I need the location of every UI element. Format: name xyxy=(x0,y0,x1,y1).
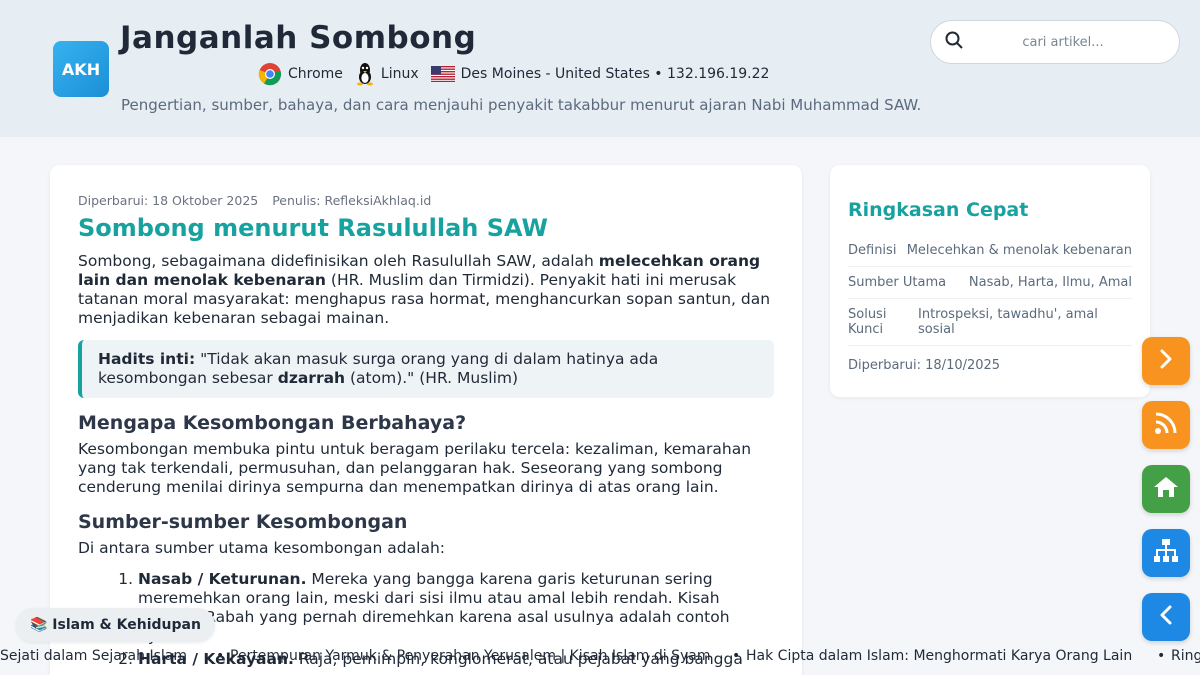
site-header: AKH Janganlah Sombong Chrome Linux Des M… xyxy=(0,0,1200,137)
quote-label: Hadits inti: xyxy=(98,350,196,368)
home-button[interactable] xyxy=(1142,465,1190,513)
ticker-bullet: • xyxy=(1157,648,1166,664)
chrome-icon xyxy=(258,62,282,86)
browser-label: Chrome xyxy=(288,66,343,82)
ticker-bullet: • xyxy=(732,648,741,664)
summary-card: Ringkasan Cepat Definisi Melecehkan & men… xyxy=(830,165,1150,397)
quote-emphasis: dzarrah xyxy=(277,369,346,387)
ticker-item[interactable]: Sejati dalam Sejarah Islam xyxy=(0,648,187,664)
ticker-item[interactable]: Ring xyxy=(1171,648,1200,664)
back-arrow-icon xyxy=(1155,604,1177,630)
next-button[interactable] xyxy=(1142,337,1190,385)
ticker-item[interactable]: Hak Cipta dalam Islam: Menghormati Karya… xyxy=(746,648,1132,664)
search-box[interactable] xyxy=(930,20,1180,64)
news-ticker: Sejati dalam Sejarah Islam • Pertempuran… xyxy=(0,648,1200,668)
summary-title: Ringkasan Cepat xyxy=(848,199,1029,221)
os-label: Linux xyxy=(380,66,419,82)
summary-value: Introspeksi, tawadhu', amal sosial xyxy=(918,307,1098,337)
browser-info: Chrome xyxy=(258,62,343,86)
linux-icon xyxy=(355,62,375,86)
summary-row: Solusi Kunci Introspeksi, tawadhu', amal … xyxy=(848,299,1132,346)
rss-button[interactable] xyxy=(1142,401,1190,449)
article-author: Penulis: RefleksiAkhlaq.id xyxy=(272,193,432,208)
next-arrow-icon xyxy=(1155,348,1177,374)
summary-key: Solusi Kunci xyxy=(848,307,887,337)
home-icon xyxy=(1153,475,1179,503)
danger-paragraph: Kesombongan membuka pintu untuk beragam … xyxy=(78,440,752,496)
location-label: Des Moines - United States • 132.196.19.… xyxy=(460,66,770,82)
summary-value: Nasab, Harta, Ilmu, Amal xyxy=(968,275,1132,290)
summary-row: Definisi Melecehkan & menolak kebenaran xyxy=(848,235,1132,267)
search-icon[interactable] xyxy=(945,31,963,53)
article-card: Diperbarui: 18 Oktober 2025 Penulis: Ref… xyxy=(50,165,802,675)
search-input[interactable] xyxy=(963,34,1163,50)
list-item-title: Nasab / Keturunan. xyxy=(138,570,307,588)
hadith-quote: Hadits inti: "Tidak akan masuk surga ora… xyxy=(78,340,774,398)
visitor-info: Chrome Linux Des Moines - United States … xyxy=(258,62,781,86)
list-item: Nasab / Keturunan. Mereka yang bangga ka… xyxy=(138,570,774,646)
site-logo[interactable]: AKH xyxy=(53,41,109,97)
article-heading: Sombong menurut Rasulullah SAW xyxy=(78,214,548,242)
summary-key: Sumber Utama xyxy=(848,275,947,290)
site-title[interactable]: Janganlah Sombong xyxy=(120,20,476,56)
ticker-bullet: • xyxy=(216,648,225,664)
article-updated: Diperbarui: 18 Oktober 2025 xyxy=(78,193,259,208)
location-info: Des Moines - United States • 132.196.19.… xyxy=(430,66,770,82)
site-subtitle: Pengertian, sumber, bahaya, dan cara men… xyxy=(121,96,922,114)
sitemap-icon xyxy=(1153,538,1179,568)
back-button[interactable] xyxy=(1142,593,1190,641)
summary-updated: Diperbarui: 18/10/2025 xyxy=(848,358,1001,373)
article-meta: Diperbarui: 18 Oktober 2025 Penulis: Ref… xyxy=(78,193,774,208)
summary-value: Melecehkan & menolak kebenaran xyxy=(906,243,1132,258)
summary-key: Definisi xyxy=(848,243,897,258)
ticker-item[interactable]: Pertempuran Yarmuk & Penyerahan Yerusale… xyxy=(230,648,710,664)
us-flag-icon xyxy=(430,66,455,82)
section-heading-danger: Mengapa Kesombongan Berbahaya? xyxy=(78,412,467,434)
intro-text: Sombong, sebagaimana didefinisikan oleh … xyxy=(78,252,599,270)
quote-text-cont: (atom)." (HR. Muslim) xyxy=(345,369,519,387)
category-badge[interactable]: 📚 Islam & Kehidupan xyxy=(16,608,215,642)
summary-row: Sumber Utama Nasab, Harta, Ilmu, Amal xyxy=(848,267,1132,299)
os-info: Linux xyxy=(355,62,419,86)
logo-text: AKH xyxy=(61,59,101,79)
sitemap-button[interactable] xyxy=(1142,529,1190,577)
rss-icon xyxy=(1153,410,1179,440)
sources-intro: Di antara sumber utama kesombongan adala… xyxy=(78,539,445,557)
article-intro: Sombong, sebagaimana didefinisikan oleh … xyxy=(78,252,774,328)
section-heading-sources: Sumber-sumber Kesombongan xyxy=(78,511,408,533)
